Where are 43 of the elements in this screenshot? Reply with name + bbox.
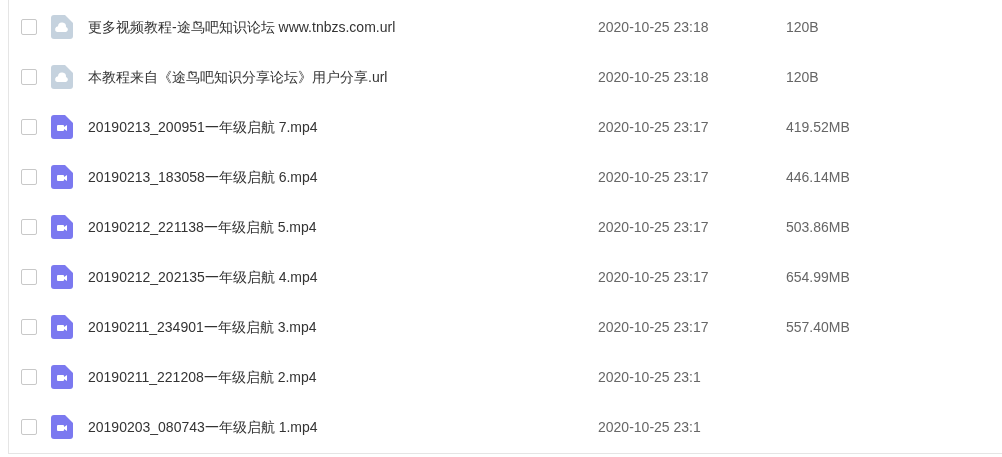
file-name[interactable]: 20190211_234901一年级启航 3.mp4 xyxy=(88,316,598,338)
modified-date: 2020-10-25 23:18 xyxy=(598,17,710,37)
checkbox[interactable] xyxy=(21,319,37,335)
video-file-icon xyxy=(51,165,73,189)
modified-date: 2020-10-25 23:17 xyxy=(598,117,710,137)
checkbox[interactable] xyxy=(21,19,37,35)
video-file-icon xyxy=(51,215,73,239)
file-size: 557.40MB xyxy=(786,317,850,337)
modified-date: 2020-10-25 23:17 xyxy=(598,317,710,337)
checkbox[interactable] xyxy=(21,119,37,135)
modified-date: 2020-10-25 23:17 xyxy=(598,267,710,287)
file-size: 419.52MB xyxy=(786,117,850,137)
file-name[interactable]: 20190213_200951一年级启航 7.mp4 xyxy=(88,116,598,138)
video-file-icon xyxy=(51,115,73,139)
file-size: 446.14MB xyxy=(786,167,850,187)
file-size: 503.86MB xyxy=(786,217,850,237)
checkbox[interactable] xyxy=(21,269,37,285)
video-file-icon xyxy=(51,265,73,289)
file-name[interactable]: 20190211_221208一年级启航 2.mp4 xyxy=(88,366,598,388)
checkbox[interactable] xyxy=(21,419,37,435)
file-name[interactable]: 20190203_080743一年级启航 1.mp4 xyxy=(88,416,598,438)
modified-date: 2020-10-25 23:17 xyxy=(598,167,710,187)
modified-date: 2020-10-25 23:1 xyxy=(598,417,702,437)
cloud-file-icon xyxy=(51,65,73,89)
checkbox[interactable] xyxy=(21,219,37,235)
file-name[interactable]: 20190212_221138一年级启航 5.mp4 xyxy=(88,216,598,238)
checkbox[interactable] xyxy=(21,369,37,385)
file-name[interactable]: 更多视频教程-途鸟吧知识论坛 www.tnbzs.com.url xyxy=(88,16,598,38)
video-file-icon xyxy=(51,365,73,389)
modified-date: 2020-10-25 23:18 xyxy=(598,67,710,87)
video-file-icon xyxy=(51,315,73,339)
file-size: 120B xyxy=(786,67,819,87)
file-size: 654.99MB xyxy=(786,267,850,287)
modified-date: 2020-10-25 23:1 xyxy=(598,367,702,387)
file-name[interactable]: 20190212_202135一年级启航 4.mp4 xyxy=(88,266,598,288)
file-name[interactable]: 20190213_183058一年级启航 6.mp4 xyxy=(88,166,598,188)
file-size: 120B xyxy=(786,17,819,37)
cloud-file-icon xyxy=(51,15,73,39)
checkbox[interactable] xyxy=(21,69,37,85)
modified-date: 2020-10-25 23:17 xyxy=(598,217,710,237)
file-name[interactable]: 本教程来自《途鸟吧知识分享论坛》用户分享.url xyxy=(88,66,598,88)
checkbox[interactable] xyxy=(21,169,37,185)
video-file-icon xyxy=(51,415,73,439)
